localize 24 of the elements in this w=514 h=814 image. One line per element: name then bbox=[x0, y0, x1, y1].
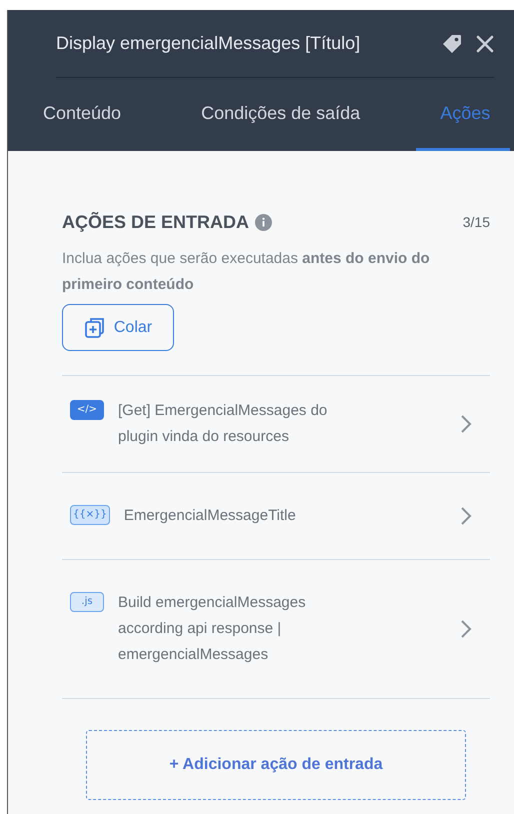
close-icon[interactable] bbox=[476, 34, 494, 52]
section-title: AÇÕES DE ENTRADA bbox=[62, 211, 250, 234]
paste-button[interactable]: Colar bbox=[62, 304, 174, 351]
add-action-button[interactable]: + Adicionar ação de entrada bbox=[86, 730, 466, 800]
chevron-right-icon bbox=[460, 414, 472, 434]
script-badge: .js bbox=[70, 592, 104, 612]
action-item[interactable]: {{×}} EmergencialMessageTitle bbox=[62, 472, 490, 559]
tag-icon[interactable] bbox=[442, 34, 462, 54]
chevron-right-icon bbox=[460, 506, 472, 526]
action-label: [Get] EmergencialMessages do plugin vinda do resources bbox=[118, 401, 328, 447]
panel-title: Display emergencialMessages [Título] bbox=[56, 32, 360, 55]
action-label: Build emergencialMessages according api response | emergencialMessages bbox=[118, 593, 307, 665]
tab[interactable]: Condições de saída bbox=[201, 78, 360, 151]
code-badge: </> bbox=[70, 400, 104, 420]
tab[interactable]: Ações bbox=[416, 78, 510, 151]
action-count: 3/15 bbox=[462, 213, 490, 232]
action-label: EmergencialMessageTitle bbox=[124, 506, 296, 526]
chevron-right-icon bbox=[460, 619, 472, 639]
tab[interactable]: Conteúdo bbox=[43, 78, 122, 151]
action-item[interactable]: </> [Get] EmergencialMessages do plugin vinda do resources bbox=[62, 375, 490, 472]
action-item[interactable]: .js Build emergencialMessages according api response | emergencialMessages bbox=[62, 559, 490, 698]
section-description: Inclua ações que serão executadas antes do envio do primeiro conteúdo bbox=[62, 249, 431, 295]
variable-badge: {{×}} bbox=[70, 505, 110, 525]
info-icon[interactable] bbox=[255, 214, 272, 231]
